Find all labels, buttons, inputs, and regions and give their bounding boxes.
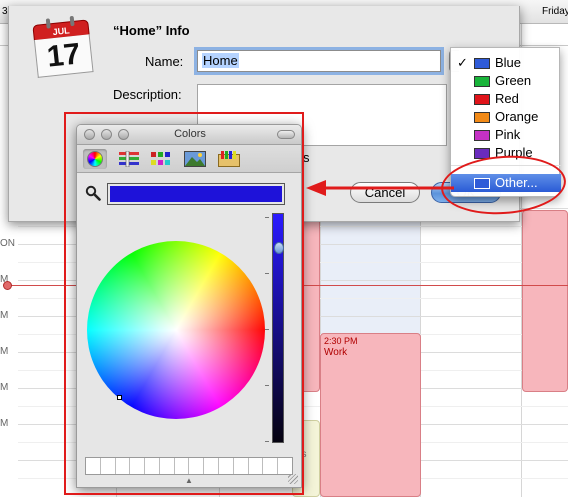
menu-item-blue[interactable]: ✓ Blue bbox=[451, 54, 561, 72]
favorite-color-slot[interactable] bbox=[116, 458, 131, 474]
color-swatch bbox=[474, 94, 490, 105]
name-field[interactable]: Home bbox=[197, 50, 441, 72]
menu-item-purple[interactable]: Purple bbox=[451, 144, 561, 162]
color-swatch bbox=[474, 130, 490, 141]
favorite-color-slot[interactable] bbox=[189, 458, 205, 474]
partial-label-text: s bbox=[303, 150, 310, 165]
color-mode-toolbar bbox=[77, 145, 301, 173]
description-label: Description: bbox=[113, 87, 182, 102]
color-swatch bbox=[474, 58, 490, 69]
time-label: M bbox=[0, 346, 9, 357]
favorite-color-slot[interactable] bbox=[101, 458, 116, 474]
event-time: 2:30 PM bbox=[324, 336, 358, 346]
colors-panel: Colors ▲ bbox=[76, 124, 302, 488]
color-menu: ✓ Blue Green Red Orange Pink Purple Othe… bbox=[450, 47, 561, 197]
brightness-slider-knob[interactable] bbox=[274, 241, 284, 254]
favorite-color-slot[interactable] bbox=[204, 458, 220, 474]
color-wheel-icon[interactable] bbox=[83, 149, 107, 169]
favorite-color-slot[interactable] bbox=[278, 458, 292, 474]
sheet-title: “Home” Info bbox=[113, 23, 190, 38]
icon-day: 17 bbox=[33, 34, 94, 78]
color-swatch bbox=[474, 178, 490, 189]
color-sliders-icon[interactable] bbox=[117, 149, 141, 169]
color-swatch bbox=[474, 112, 490, 123]
menu-item-other[interactable]: Other... bbox=[451, 174, 561, 192]
header-day-friday[interactable]: Friday bbox=[542, 6, 568, 17]
event-title: Work bbox=[324, 347, 348, 358]
menu-item-label: Purple bbox=[495, 145, 533, 160]
favorite-colors-strip[interactable] bbox=[85, 457, 293, 475]
favorite-color-slot[interactable] bbox=[249, 458, 264, 474]
menu-item-pink[interactable]: Pink bbox=[451, 126, 561, 144]
calendar-event-work[interactable]: 2:30 PM Work bbox=[320, 333, 421, 497]
favorite-color-slot[interactable] bbox=[160, 458, 175, 474]
menu-item-green[interactable]: Green bbox=[451, 72, 561, 90]
name-value: Home bbox=[202, 53, 239, 68]
menu-item-label: Pink bbox=[495, 127, 521, 142]
time-label: M bbox=[0, 310, 9, 321]
favorite-color-slot[interactable] bbox=[219, 458, 234, 474]
window-resize-grip[interactable] bbox=[288, 474, 298, 484]
favorite-color-slot[interactable] bbox=[175, 458, 190, 474]
menu-item-label: Red bbox=[495, 91, 519, 106]
color-swatch bbox=[474, 76, 490, 87]
toolbar-toggle-icon[interactable] bbox=[277, 130, 295, 139]
cancel-button[interactable]: Cancel bbox=[350, 182, 420, 203]
menu-item-label: Green bbox=[495, 73, 532, 88]
color-swatch bbox=[474, 148, 490, 159]
favorite-color-slot[interactable] bbox=[145, 458, 160, 474]
menu-item-orange[interactable]: Orange bbox=[451, 108, 561, 126]
time-label: ON bbox=[0, 238, 15, 249]
color-wheel[interactable] bbox=[87, 241, 265, 419]
magnifier-icon[interactable] bbox=[85, 185, 101, 201]
menu-separator bbox=[451, 165, 561, 166]
time-label: M bbox=[0, 418, 9, 429]
menu-item-red[interactable]: Red bbox=[451, 90, 561, 108]
favorite-color-slot[interactable] bbox=[86, 458, 101, 474]
time-label: M bbox=[0, 382, 9, 393]
name-label: Name: bbox=[145, 54, 184, 69]
menu-item-label: Blue bbox=[495, 55, 522, 70]
color-wheel-cursor[interactable] bbox=[117, 395, 122, 400]
panel-title-bar[interactable]: Colors bbox=[77, 125, 301, 145]
checkmark-icon: ✓ bbox=[457, 55, 468, 70]
color-palettes-icon[interactable] bbox=[149, 149, 173, 169]
favorite-color-slot[interactable] bbox=[130, 458, 146, 474]
image-palettes-icon[interactable] bbox=[183, 149, 207, 169]
swatch-resize-handle[interactable]: ▲ bbox=[179, 476, 199, 486]
calendar-event[interactable] bbox=[522, 210, 568, 392]
ical-calendar-icon: JUL 17 bbox=[32, 15, 96, 81]
menu-item-label: Other... bbox=[495, 175, 538, 190]
menu-item-label: Orange bbox=[495, 109, 539, 124]
crayons-icon[interactable] bbox=[217, 149, 241, 169]
current-time-dot bbox=[3, 281, 12, 290]
header-day-partial: 3 bbox=[2, 6, 8, 17]
panel-title: Colors bbox=[174, 128, 206, 140]
favorite-color-slot[interactable] bbox=[263, 458, 279, 474]
selected-color-swatch[interactable] bbox=[107, 183, 285, 205]
favorite-color-slot[interactable] bbox=[234, 458, 249, 474]
